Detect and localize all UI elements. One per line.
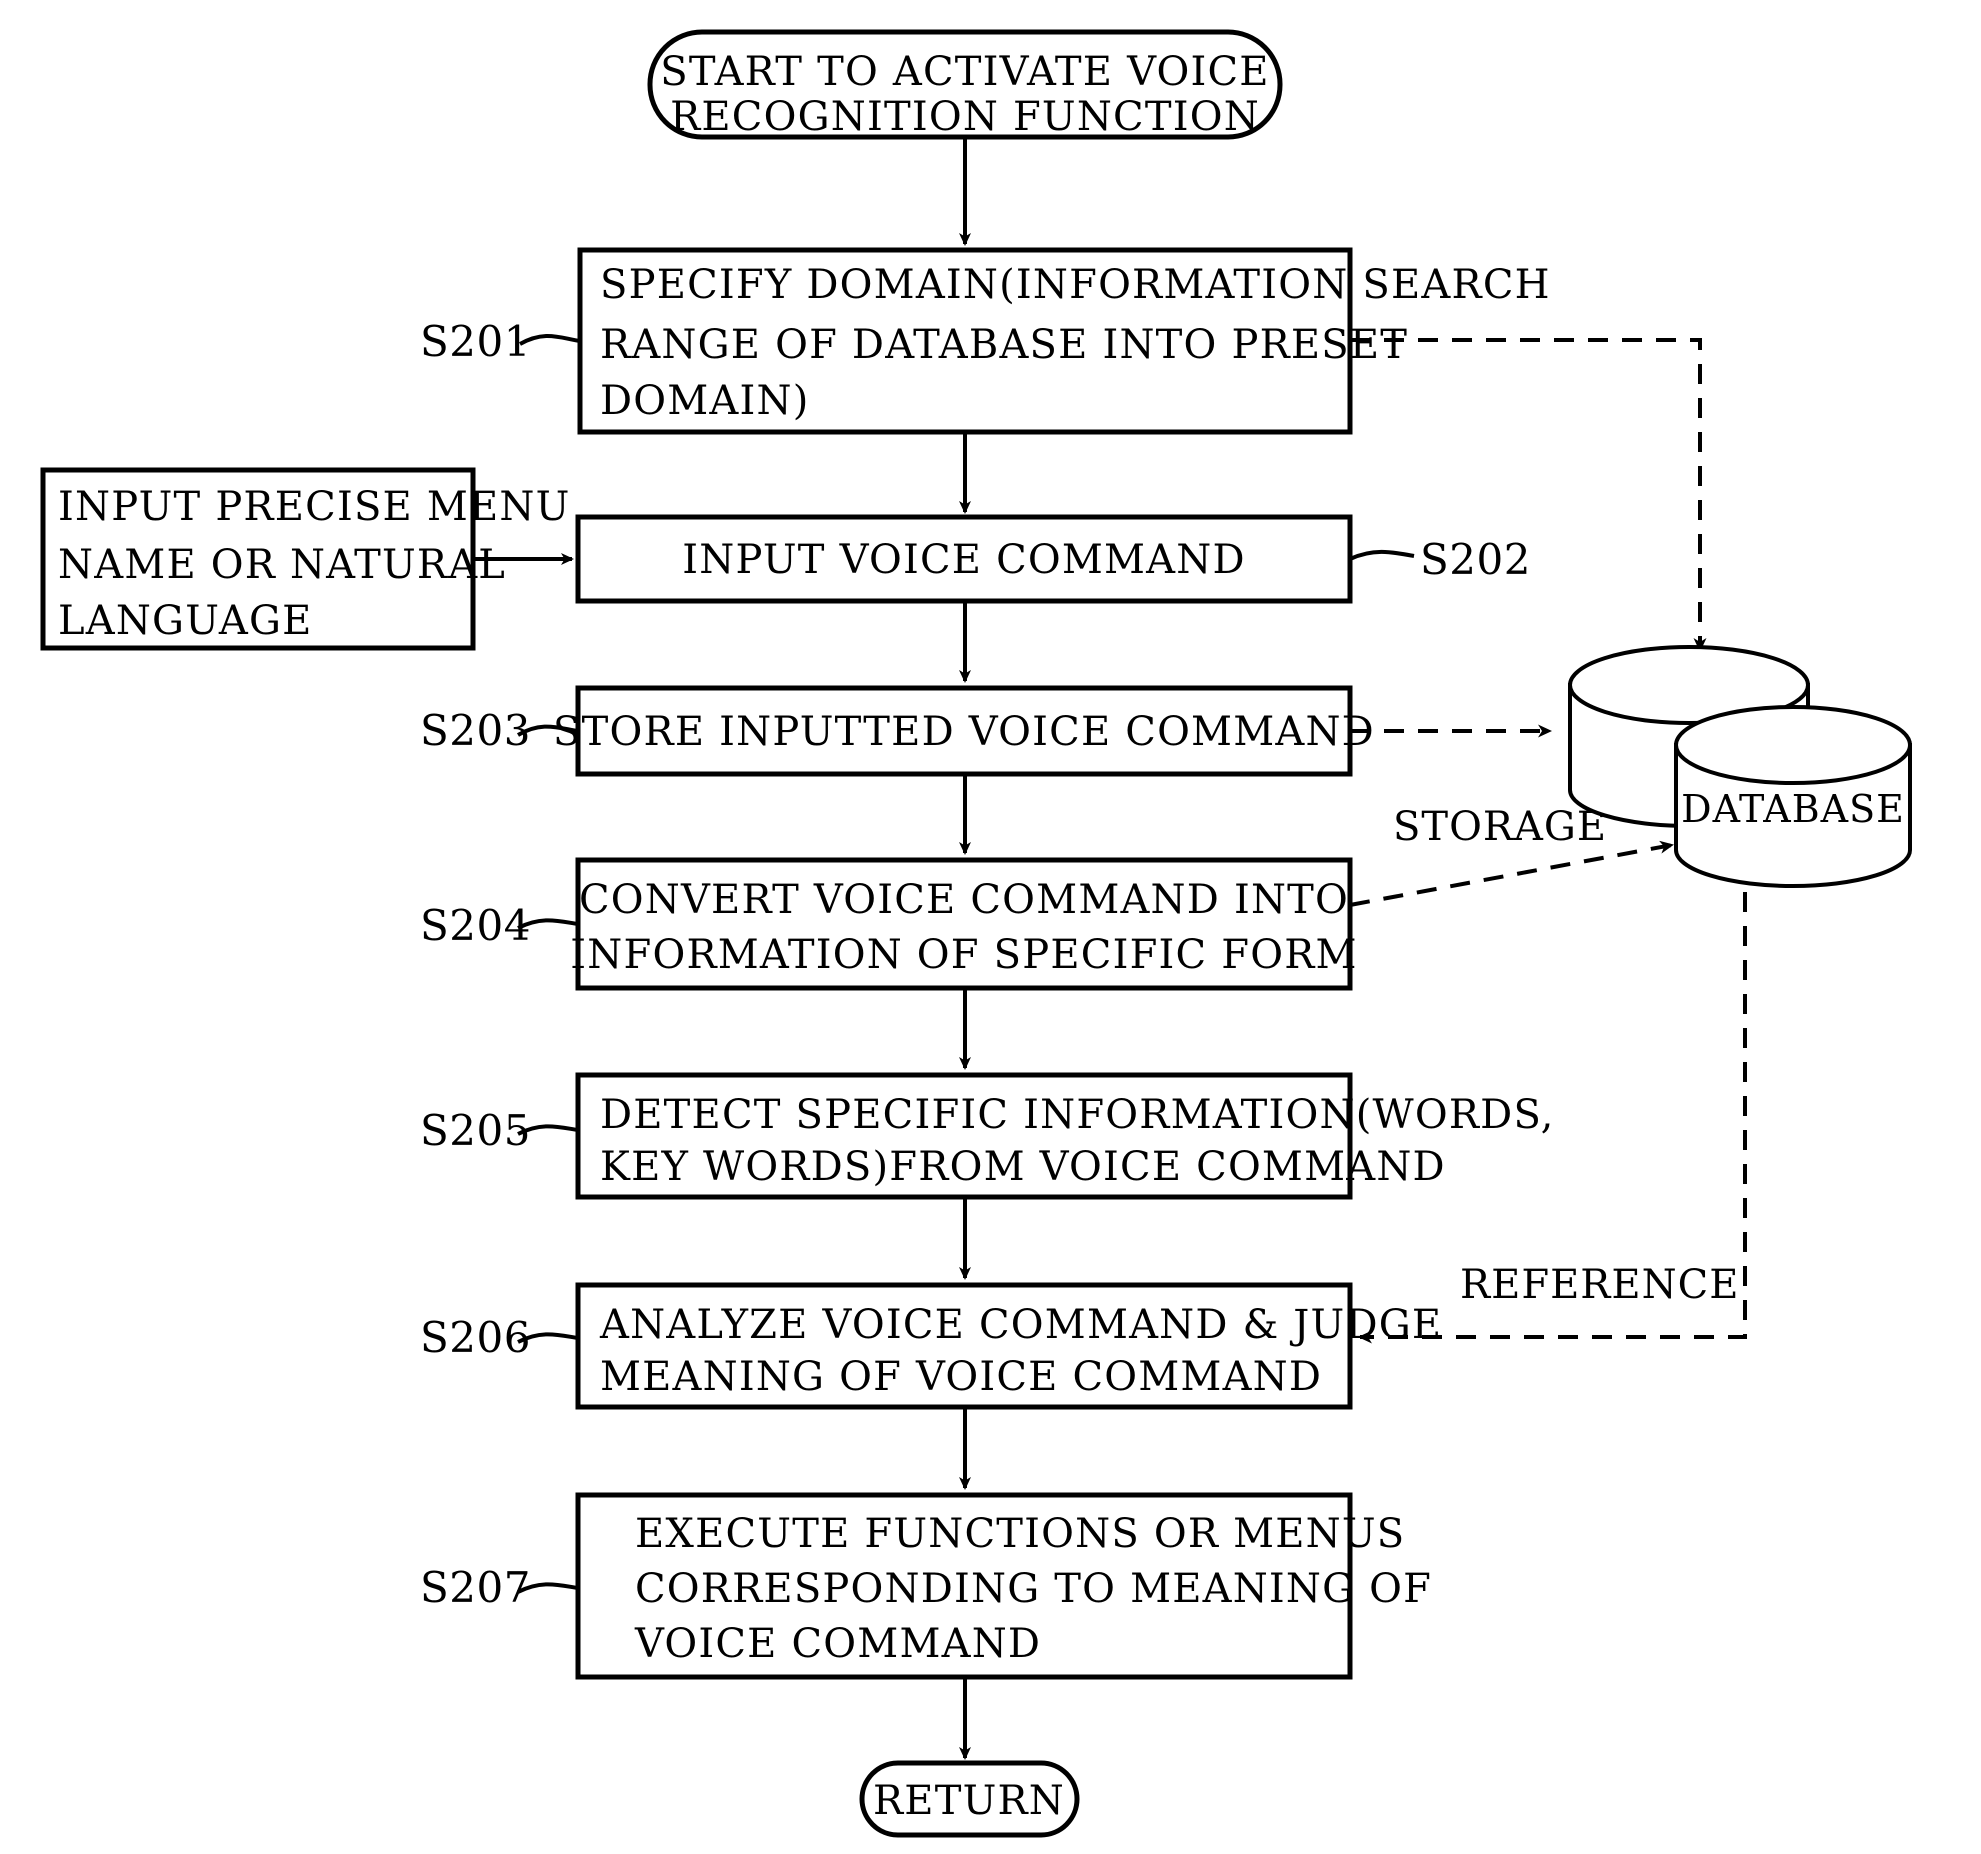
note-line2: NAME OR NATURAL	[58, 542, 506, 588]
s203-label: S203	[420, 706, 531, 755]
s204-line2: INFORMATION OF SPECIFIC FORM	[570, 932, 1357, 978]
note-line1: INPUT PRECISE MENU	[58, 484, 571, 530]
step-label-s207: S207	[420, 1563, 579, 1612]
terminal-start: START TO ACTIVATE VOICE RECOGNITION FUNC…	[647, 29, 1283, 140]
step-label-s205: S205	[420, 1106, 579, 1155]
s205-line2: KEY WORDS)FROM VOICE COMMAND	[600, 1144, 1446, 1190]
s201-label: S201	[420, 317, 531, 366]
process-box-s206: ANALYZE VOICE COMMAND & JUDGE MEANING OF…	[575, 1282, 1442, 1410]
process-box-s203: STORE INPUTTED VOICE COMMAND	[553, 685, 1375, 777]
step-label-s206: S206	[420, 1313, 579, 1362]
terminal-return: RETURN	[859, 1760, 1080, 1838]
flowchart-sheet: START TO ACTIVATE VOICE RECOGNITION FUNC…	[0, 0, 1981, 1854]
s202-leader-line	[1349, 549, 1415, 561]
annotation-storage: STORAGE	[1393, 804, 1607, 850]
process-box-s204: CONVERT VOICE COMMAND INTO INFORMATION O…	[570, 857, 1357, 991]
s205-line1: DETECT SPECIFIC INFORMATION(WORDS,	[600, 1092, 1555, 1138]
s201-line1: SPECIFY DOMAIN(INFORMATION SEARCH	[600, 262, 1551, 308]
s206-label: S206	[420, 1313, 531, 1362]
flowchart-canvas: START TO ACTIVATE VOICE RECOGNITION FUNC…	[40, 29, 1912, 1838]
step-label-s201: S201	[420, 317, 581, 366]
datastore-cylinder-database: DATABASE	[1674, 705, 1912, 888]
terminal-start-line1: START TO ACTIVATE VOICE	[660, 49, 1269, 95]
s205-label: S205	[420, 1106, 531, 1155]
process-box-s207: EXECUTE FUNCTIONS OR MENUS CORRESPONDING…	[575, 1492, 1432, 1680]
s203-line1: STORE INPUTTED VOICE COMMAND	[553, 709, 1375, 755]
s207-line1: EXECUTE FUNCTIONS OR MENUS	[635, 1511, 1405, 1557]
s206-line2: MEANING OF VOICE COMMAND	[600, 1354, 1322, 1400]
database-label: DATABASE	[1681, 787, 1905, 831]
s201-line3: DOMAIN)	[600, 378, 810, 424]
annotation-reference: REFERENCE	[1460, 1262, 1739, 1308]
s201-line2: RANGE OF DATABASE INTO PRESET	[600, 322, 1408, 368]
process-box-s201: SPECIFY DOMAIN(INFORMATION SEARCH RANGE …	[577, 247, 1551, 435]
s202-line1: INPUT VOICE COMMAND	[682, 537, 1245, 583]
note-line3: LANGUAGE	[58, 598, 313, 644]
process-box-s205: DETECT SPECIFIC INFORMATION(WORDS, KEY W…	[575, 1072, 1555, 1200]
terminal-return-label: RETURN	[873, 1778, 1065, 1824]
terminal-start-line2: RECOGNITION FUNCTION	[670, 94, 1260, 140]
dashed-s204-to-database	[1349, 840, 1674, 907]
s204-label: S204	[420, 901, 531, 950]
process-box-s202: INPUT VOICE COMMAND	[575, 514, 1353, 604]
s207-line2: CORRESPONDING TO MEANING OF	[635, 1566, 1432, 1612]
s207-label: S207	[420, 1563, 531, 1612]
s206-line1: ANALYZE VOICE COMMAND & JUDGE	[599, 1302, 1442, 1348]
s204-line1: CONVERT VOICE COMMAND INTO	[579, 877, 1349, 923]
s202-label: S202	[1420, 535, 1531, 584]
step-label-s202: S202	[1349, 535, 1531, 584]
step-label-s204: S204	[420, 901, 579, 950]
dashed-s201-to-datastore	[1350, 338, 1707, 652]
s207-line3: VOICE COMMAND	[634, 1621, 1041, 1667]
